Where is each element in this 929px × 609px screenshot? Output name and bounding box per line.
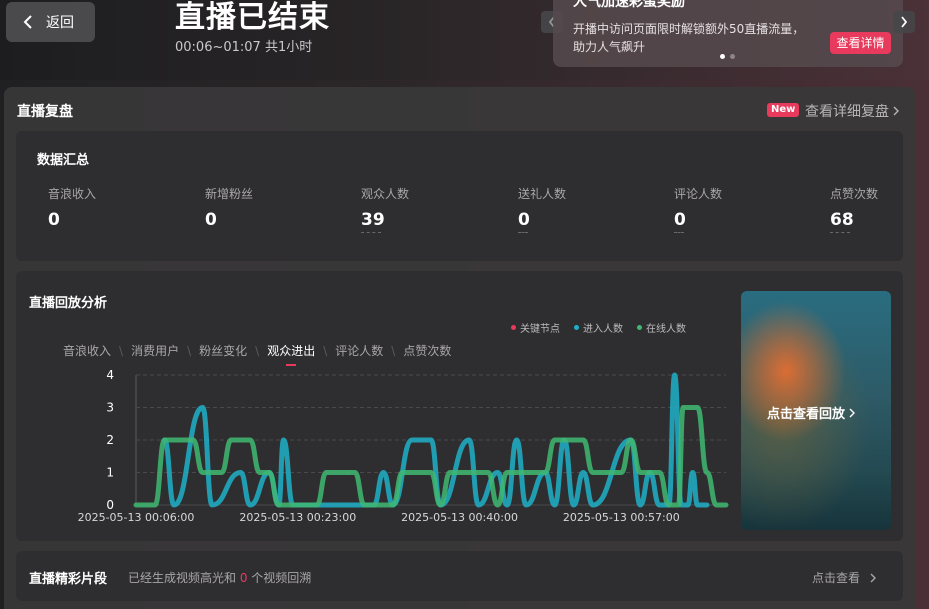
clips-title: 直播精彩片段	[29, 572, 108, 587]
metric-new-fans: 新增粉丝 0	[205, 185, 253, 230]
analysis-title: 直播回放分析	[29, 296, 108, 311]
back-button[interactable]: 返回	[6, 2, 95, 42]
metric-underline	[830, 232, 850, 233]
y-tick-label: 2	[106, 433, 114, 447]
metric-value: 0	[205, 210, 217, 230]
metric-tabs: 音浪收入 \ 消费用户 \ 粉丝变化 \ 观众进出 \ 评论人数 \ 点赞次数	[63, 342, 451, 359]
metric-value: 0	[48, 210, 60, 230]
carousel-dot[interactable]	[720, 54, 725, 59]
highlight-clips-card: 直播精彩片段 已经生成视频高光和 0 个视频回溯 点击查看	[16, 551, 903, 601]
back-label: 返回	[46, 15, 74, 31]
chevron-right-icon	[893, 106, 899, 116]
promo-description: 开播中访问页面限时解锁额外50直播流量，助力人气飙升	[573, 22, 805, 54]
page-title: 直播已结束	[175, 0, 330, 35]
carousel-dots	[720, 54, 735, 59]
detailed-review-link[interactable]: 查看详细复盘	[805, 101, 899, 121]
metric-underline	[361, 232, 381, 233]
legend-dot	[511, 325, 516, 330]
promo-banner: 人气加速彩蛋奖励 开播中访问页面限时解锁额外50直播流量，助力人气飙升 查看详情	[553, 0, 903, 67]
review-panel: 直播复盘 New 查看详细复盘 数据汇总 音浪收入 0 新增粉丝 0 观众人数 …	[4, 87, 915, 609]
legend-item[interactable]: 关键节点	[511, 320, 560, 335]
metric-label: 观众人数	[361, 187, 410, 201]
chevron-right-icon	[870, 573, 877, 582]
clips-description: 已经生成视频高光和 0 个视频回溯	[128, 571, 312, 585]
chart-legend: 关键节点 进入人数 在线人数	[511, 320, 686, 335]
chevron-left-icon	[23, 15, 32, 29]
legend-item[interactable]: 在线人数	[637, 320, 686, 335]
y-tick-label: 3	[106, 401, 114, 415]
audience-flow-chart[interactable]: 0 1 2 3 4 2025-05-13 00:06:00 2025-05-13 00:23…	[56, 367, 736, 527]
live-duration: 00:06~01:07 共1小时	[175, 40, 313, 55]
metric-label: 新增粉丝	[205, 187, 254, 201]
metric-commenters[interactable]: 评论人数 0	[674, 185, 722, 233]
metric-label: 音浪收入	[48, 187, 97, 201]
x-tick-label: 2025-05-13 00:23:00	[239, 511, 356, 524]
promo-detail-button[interactable]: 查看详情	[830, 32, 891, 54]
clips-view-link[interactable]: 点击查看	[812, 569, 877, 586]
chevron-right-icon	[849, 408, 856, 417]
tab-separator: \	[119, 343, 124, 358]
data-summary-card: 数据汇总 音浪收入 0 新增粉丝 0 观众人数 39 送礼人数 0 评论人数 0…	[16, 131, 903, 261]
replay-button[interactable]: 点击查看回放	[767, 403, 856, 422]
tab-separator: \	[391, 343, 396, 358]
tab-separator: \	[255, 343, 260, 358]
tab-consumers[interactable]: 消费用户	[131, 342, 179, 359]
replay-label: 点击查看回放	[767, 407, 846, 422]
y-tick-label: 1	[106, 466, 114, 480]
review-title: 直播复盘	[17, 104, 73, 120]
metric-viewers[interactable]: 观众人数 39	[361, 185, 409, 233]
clips-view-label: 点击查看	[812, 571, 861, 585]
legend-item[interactable]: 进入人数	[574, 320, 623, 335]
metric-likes[interactable]: 点赞次数 68	[830, 185, 878, 233]
tab-commenters[interactable]: 评论人数	[335, 342, 383, 359]
y-tick-label: 4	[106, 368, 114, 382]
metric-value: 0	[674, 210, 686, 230]
metric-value: 68	[830, 210, 854, 230]
new-badge: New	[767, 103, 800, 117]
carousel-dot[interactable]	[730, 54, 735, 59]
legend-dot	[574, 325, 579, 330]
metric-revenue: 音浪收入 0	[48, 185, 96, 230]
legend-label: 关键节点	[520, 324, 560, 335]
tab-likes[interactable]: 点赞次数	[403, 342, 451, 359]
replay-analysis-card: 直播回放分析 关键节点 进入人数 在线人数 音浪收入 \ 消费用户 \ 粉丝变化…	[16, 271, 903, 541]
promo-title: 人气加速彩蛋奖励	[573, 0, 685, 10]
legend-label: 在线人数	[646, 324, 686, 335]
legend-dot	[637, 325, 642, 330]
metric-label: 送礼人数	[518, 187, 567, 201]
metric-value: 39	[361, 210, 385, 230]
metric-underline	[518, 232, 528, 233]
legend-label: 进入人数	[583, 324, 623, 335]
chevron-right-icon	[901, 16, 908, 28]
replay-thumbnail[interactable]: 点击查看回放	[741, 291, 891, 530]
tab-separator: \	[323, 343, 328, 358]
promo-next-button[interactable]	[893, 11, 915, 33]
metric-label: 点赞次数	[830, 187, 879, 201]
tab-audience-flow[interactable]: 观众进出	[267, 342, 315, 359]
tab-fans[interactable]: 粉丝变化	[199, 342, 247, 359]
x-tick-label: 2025-05-13 00:40:00	[401, 511, 518, 524]
metric-value: 0	[518, 210, 530, 230]
metric-label: 评论人数	[674, 187, 723, 201]
y-tick-label: 0	[106, 498, 114, 512]
metric-gifters[interactable]: 送礼人数 0	[518, 185, 566, 233]
summary-title: 数据汇总	[37, 153, 90, 168]
tab-separator: \	[187, 343, 192, 358]
detailed-review-label: 查看详细复盘	[805, 104, 889, 120]
tab-revenue[interactable]: 音浪收入	[63, 342, 111, 359]
metric-underline	[674, 232, 684, 233]
x-tick-label: 2025-05-13 00:06:00	[78, 511, 195, 524]
x-tick-label: 2025-05-13 00:57:00	[563, 511, 680, 524]
